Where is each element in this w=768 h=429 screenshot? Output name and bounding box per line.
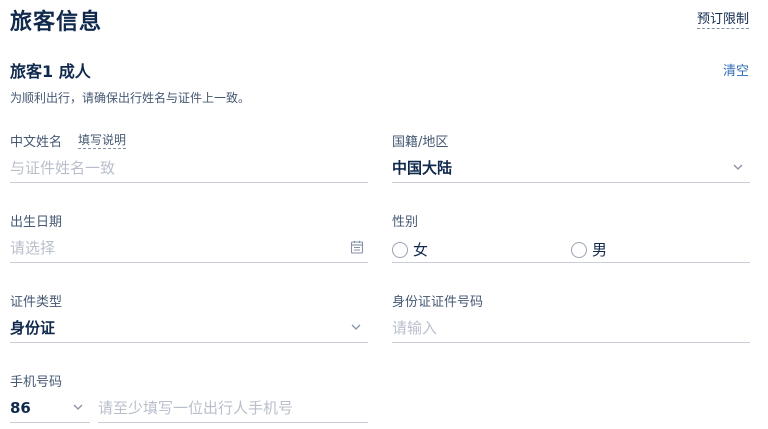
clear-button[interactable]: 清空 xyxy=(723,60,749,79)
gender-label: 性别 xyxy=(392,215,419,230)
radio-circle[interactable] xyxy=(571,241,587,258)
id-type-value: 身份证 xyxy=(10,319,56,337)
nationality-label: 国籍/地区 xyxy=(392,135,449,150)
id-type-field: 证件类型 身份证 xyxy=(10,291,368,346)
chinese-name-placeholder: 与证件姓名一致 xyxy=(10,159,116,177)
fill-instructions-link[interactable]: 填写说明 xyxy=(78,133,127,149)
nationality-select[interactable]: 中国大陆 xyxy=(392,153,750,183)
country-code-select[interactable]: 86 xyxy=(10,393,90,423)
gender-male-radio[interactable]: 男 xyxy=(571,239,607,260)
gender-options: 女 男 xyxy=(392,233,750,263)
id-number-input[interactable]: 请输入 xyxy=(392,313,750,343)
phone-number-placeholder: 请至少填写一位出行人手机号 xyxy=(98,399,294,417)
phone-label: 手机号码 xyxy=(10,375,63,390)
traveler-title: 旅客1 成人 xyxy=(10,62,91,81)
birth-date-field: 出生日期 请选择 xyxy=(10,211,368,266)
chevron-down-icon xyxy=(351,324,361,330)
id-number-label: 身份证证件号码 xyxy=(392,295,484,310)
chevron-down-icon xyxy=(733,164,743,170)
radio-circle[interactable] xyxy=(392,241,408,258)
phone-number-input[interactable]: 请至少填写一位出行人手机号 xyxy=(98,393,368,423)
nationality-value: 中国大陆 xyxy=(392,159,453,177)
phone-field: 手机号码 86 请至少填写一位出行人手机号 xyxy=(10,371,368,427)
gender-male-label: 男 xyxy=(592,241,608,259)
gender-female-radio[interactable]: 女 xyxy=(392,239,428,260)
gender-field: 性别 女 男 xyxy=(392,211,750,266)
name-hint: 为顺利出行，请确保出行姓名与证件上一致。 xyxy=(10,91,251,105)
id-number-placeholder: 请输入 xyxy=(392,319,438,337)
chinese-name-input[interactable]: 与证件姓名一致 xyxy=(10,153,368,183)
chevron-down-icon xyxy=(73,404,83,410)
id-number-field: 身份证证件号码 请输入 xyxy=(392,291,750,346)
id-type-select[interactable]: 身份证 xyxy=(10,313,368,343)
birth-date-placeholder: 请选择 xyxy=(10,239,56,257)
country-code-value: 86 xyxy=(10,398,31,417)
birth-date-input[interactable]: 请选择 xyxy=(10,233,368,263)
booking-limit-link[interactable]: 预订限制 xyxy=(696,8,749,29)
chinese-name-label: 中文姓名 xyxy=(10,135,63,150)
birth-date-label: 出生日期 xyxy=(10,215,63,230)
calendar-icon xyxy=(350,240,364,254)
page-title: 旅客信息 xyxy=(10,10,103,35)
id-type-label: 证件类型 xyxy=(10,295,63,310)
gender-female-label: 女 xyxy=(413,241,429,259)
chinese-name-field: 中文姓名 填写说明 与证件姓名一致 xyxy=(10,131,368,186)
nationality-field: 国籍/地区 中国大陆 xyxy=(392,131,750,186)
